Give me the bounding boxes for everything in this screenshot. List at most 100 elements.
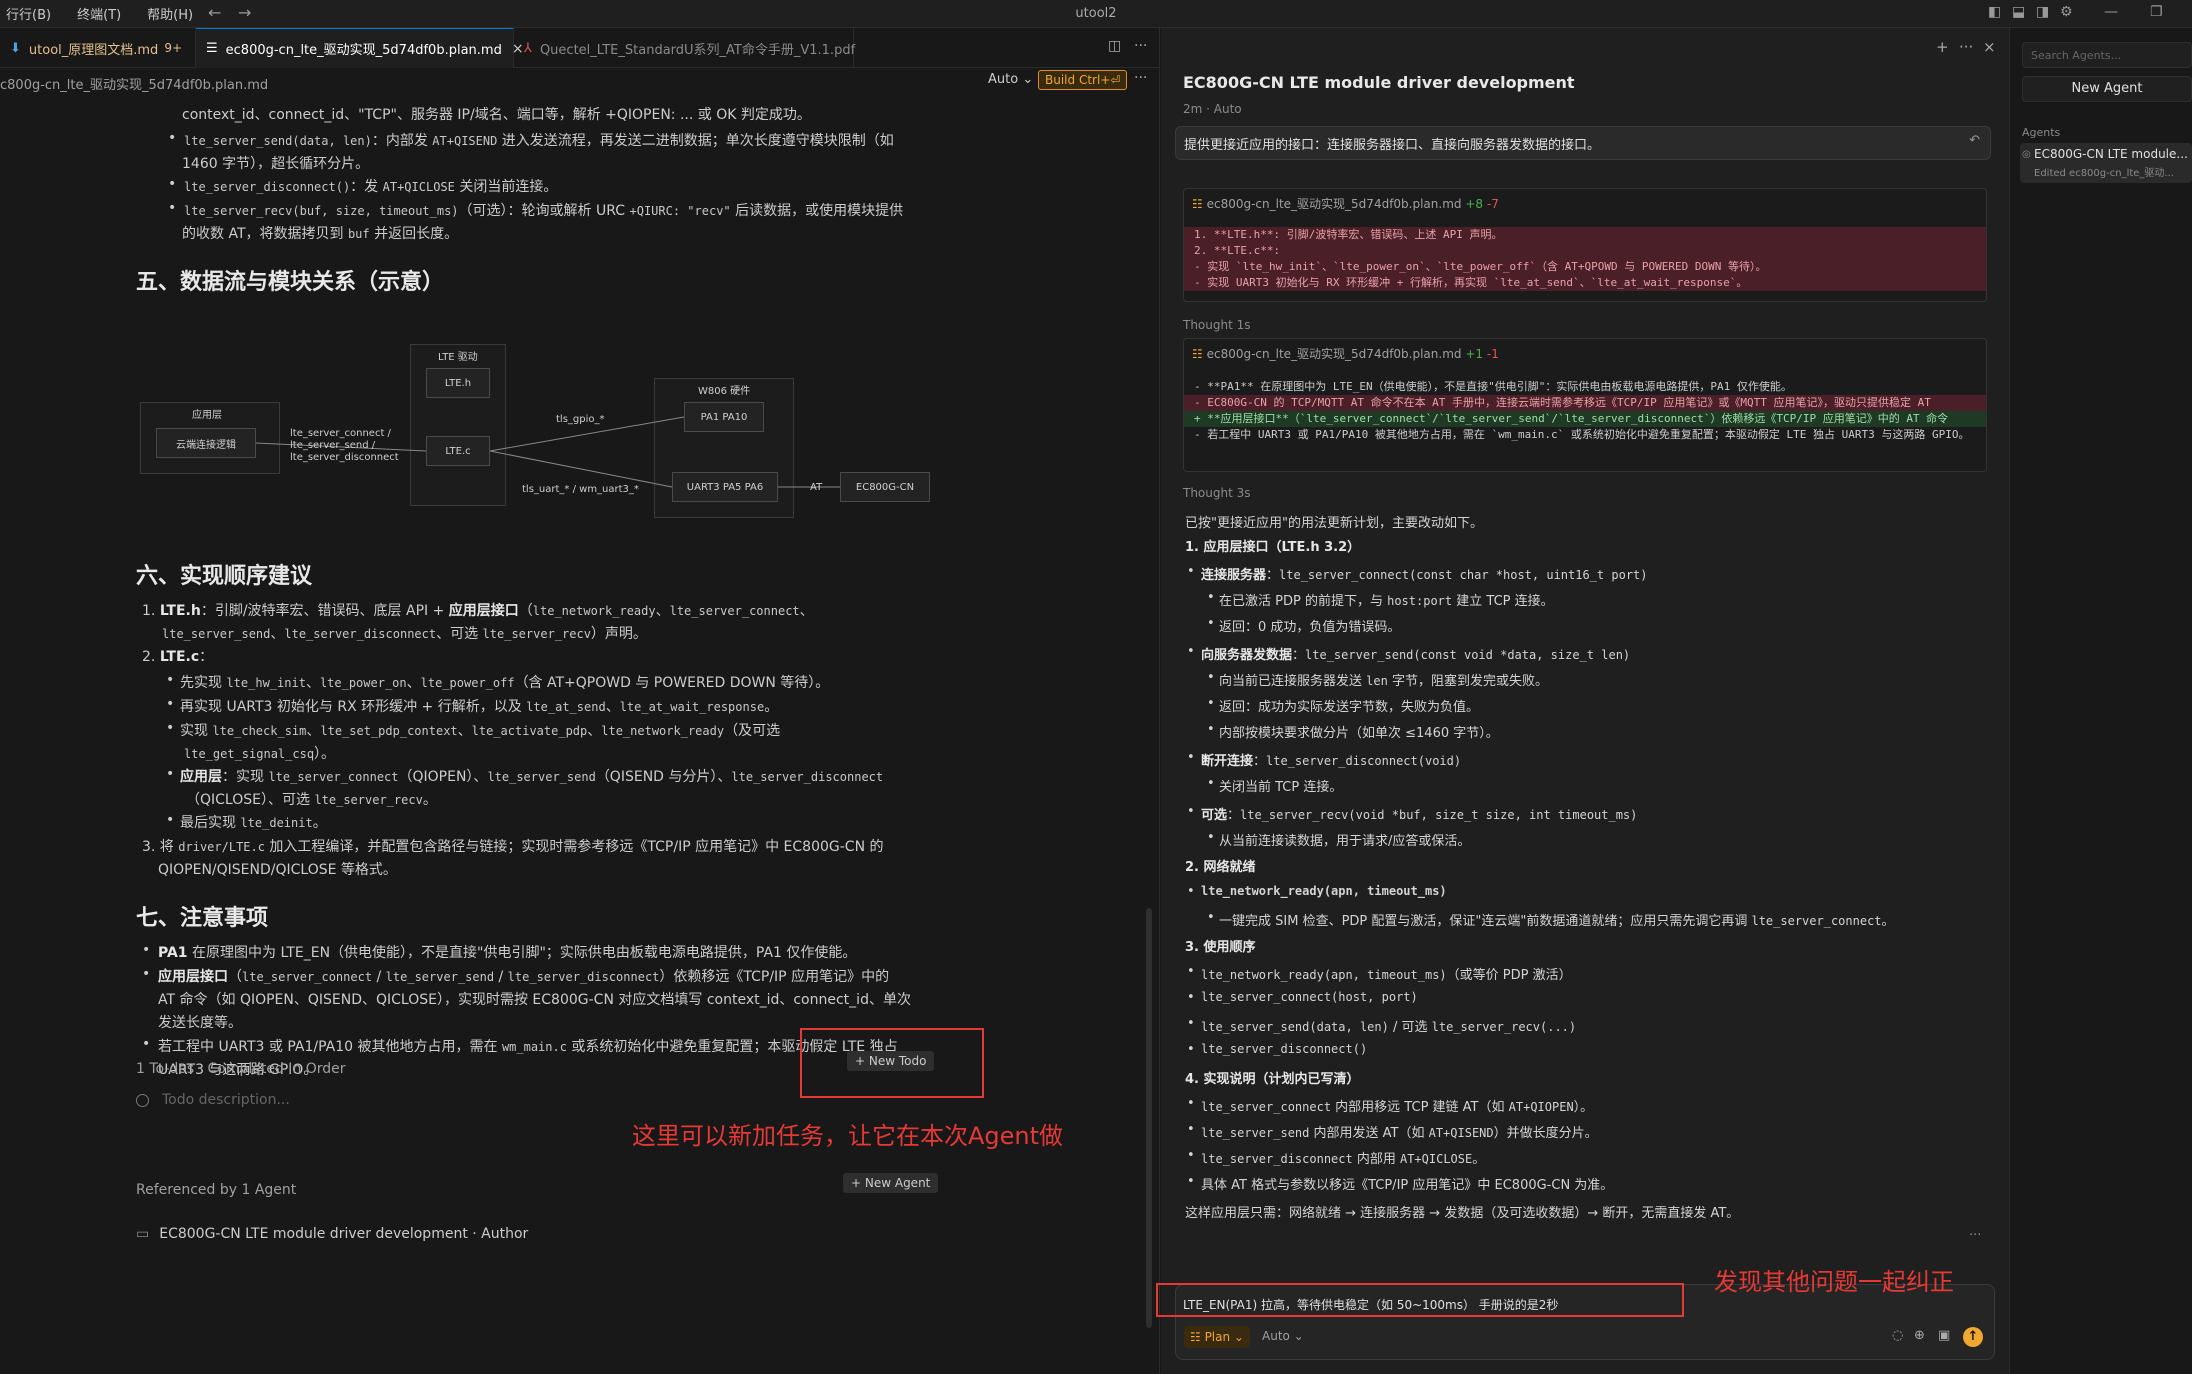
app-title: utool2 (1075, 6, 1117, 21)
section-heading-6: 六、实现顺序建议 (136, 564, 313, 589)
breadcrumb[interactable]: c800g-cn_lte_驱动实现_5d74df0b.plan.md (0, 74, 268, 93)
diff-deletions: -7 (1486, 197, 1499, 211)
chat-input-text[interactable]: LTE_EN(PA1) 拉高，等待供电稳定（如 50~100ms） 手册说的是2… (1183, 1296, 1558, 1313)
sticky-user-message[interactable]: 提供更接近应用的接口：连接服务器接口、直接向服务器发数据的接口。 ↶ (1175, 126, 1991, 160)
diff-line: - 若工程中 UART3 或 PA1/PA10 被其他地方占用，需在 `wm_m… (1194, 428, 1970, 441)
pdf-icon: ⅄ (524, 40, 532, 56)
problems-badge: 9+ (164, 41, 183, 55)
chat-summary-outro: 这样应用层只需：网络就绪 → 连接服务器 → 发数据（及可选收数据）→ 断开，无… (1185, 1206, 1740, 1221)
chat-bullet: lte_server_disconnect() (1187, 1042, 1367, 1057)
minimize-icon[interactable]: — (2104, 4, 2118, 20)
doc-line: lte_get_signal_csq）。 (184, 746, 336, 762)
tab-label: Quectel_LTE_StandardU系列_AT命令手册_V1.1.pdf (539, 42, 856, 58)
new-agent-button[interactable]: + New Agent (843, 1173, 939, 1193)
split-editor-icon[interactable]: ◫ (1108, 38, 1121, 54)
chat-bullet: 连接服务器：lte_server_connect(const char *hos… (1187, 564, 1647, 583)
todo-checkbox[interactable] (136, 1094, 149, 1107)
referenced-agent-link[interactable]: ▭ EC800G-CN LTE module driver development… (136, 1226, 528, 1242)
forward-arrow-icon[interactable]: → (238, 3, 251, 22)
diagram-edge-label: AT (810, 482, 823, 493)
image-attach-icon[interactable]: ▣ (1938, 1328, 1950, 1343)
undo-icon[interactable]: ↶ (1969, 133, 1980, 148)
chat-bullet: lte_server_send(data, len) / 可选 lte_serv… (1187, 1016, 1576, 1035)
chat-bullet: lte_network_ready(apn, timeout_ms)（或等价 P… (1187, 964, 1572, 983)
diff-line: - **PA1** 在原理图中为 LTE_EN（供电使能），不是直接"供电引脚"… (1194, 380, 1792, 393)
toggle-secondary-sidebar-icon[interactable]: ◨ (2036, 4, 2049, 20)
tab-plan-md[interactable]: ☰ ec800g-cn_lte_驱动实现_5d74df0b.plan.md × (196, 28, 524, 68)
plan-mode-selector[interactable]: ☷ Plan ⌄ (1184, 1326, 1250, 1348)
tab-label: utool_原理图文档.md (28, 42, 159, 58)
back-arrow-icon[interactable]: ← (208, 3, 221, 22)
thought-label[interactable]: Thought 3s (1183, 486, 1251, 500)
model-auto-select[interactable]: Auto ⌄ (1262, 1329, 1304, 1343)
tab-at-manual-pdf[interactable]: ⅄ Quectel_LTE_StandardU系列_AT命令手册_V1.1.pd… (514, 28, 856, 68)
doc-line: 1460 字节），超长循环分片。 (182, 156, 370, 172)
chat-heading: 2. 网络就绪 (1185, 860, 1256, 875)
referenced-header: Referenced by 1 Agent (136, 1182, 297, 1198)
chat-sub-bullet: 内部按模块要求做分片（如单次 ≤1460 字节）。 (1207, 722, 1499, 741)
agent-item-title: EC800G-CN LTE module... (2034, 147, 2188, 161)
chat-title: EC800G-CN LTE module driver development (1183, 73, 1575, 92)
menu-item-help[interactable]: 帮助(H) (147, 4, 193, 23)
diff-additions: +1 (1465, 347, 1484, 361)
doc-bullet: lte_server_send(data, len)：内部发 AT+QISEND… (168, 130, 894, 150)
doc-bullet: lte_server_recv(buf, size, timeout_ms)（可… (168, 200, 903, 220)
maximize-icon[interactable]: ❐ (2150, 4, 2163, 20)
chat-heading: 1. 应用层接口（LTE.h 3.2） (1185, 540, 1361, 555)
doc-bullet: 最后实现 lte_deinit。 (166, 812, 327, 832)
more-actions-icon[interactable]: ··· (1959, 38, 1973, 56)
doc-bullet: PA1 在原理图中为 LTE_EN（供电使能），不是直接"供电引脚"；实际供电由… (142, 942, 856, 962)
model-auto-select[interactable]: Auto ⌄ (988, 72, 1033, 87)
diff-card[interactable]: ☷ ec800g-cn_lte_驱动实现_5d74df0b.plan.md +8… (1183, 188, 1987, 302)
diagram-edge-label: tls_gpio_* (556, 414, 605, 425)
diff-card[interactable]: ☷ ec800g-cn_lte_驱动实现_5d74df0b.plan.md +1… (1183, 338, 1987, 472)
chat-bullet: lte_server_send 内部用发送 AT（如 AT+QISEND）并做长… (1187, 1122, 1598, 1141)
doc-bullet: 应用层接口（lte_server_connect / lte_server_se… (142, 966, 889, 986)
agent-chat-panel: + ··· × EC800G-CN LTE module driver deve… (1161, 28, 2010, 1374)
search-agents-input[interactable]: Search Agents... (2022, 42, 2192, 68)
chat-heading: 3. 使用顺序 (1185, 940, 1256, 955)
editor-more-icon[interactable]: ··· (1134, 70, 1147, 86)
agent-list-item[interactable]: ◎ EC800G-CN LTE module... Edited ec800g-… (2020, 143, 2192, 183)
doc-line: 发送长度等。 (158, 1015, 242, 1031)
doc-line: lte_server_send、lte_server_disconnect、可选… (162, 626, 647, 642)
chat-bullet: lte_server_connect 内部用移远 TCP 建链 AT（如 AT+… (1187, 1096, 1593, 1115)
diff-file-icon: ☷ (1192, 197, 1203, 211)
thought-label[interactable]: Thought 1s (1183, 318, 1251, 332)
new-agent-button[interactable]: New Agent (2022, 76, 2192, 102)
menu-item-run[interactable]: 行行(B) (6, 4, 51, 23)
section-heading-7: 七、注意事项 (136, 906, 269, 931)
chat-bullet: 断开连接：lte_server_disconnect(void) (1187, 750, 1461, 769)
toggle-primary-sidebar-icon[interactable]: ◧ (1988, 4, 2001, 20)
diff-line: - 实现 UART3 初始化与 RX 环形缓冲 + 行解析，再实现 `lte_a… (1184, 275, 1986, 291)
close-icon[interactable]: × (1983, 38, 1996, 56)
diff-line: - 实现 `lte_hw_init`、`lte_power_on`、`lte_p… (1184, 259, 1986, 275)
chat-bullet: lte_server_connect(host, port) (1187, 990, 1418, 1005)
new-todo-button[interactable]: + New Todo (847, 1051, 935, 1071)
chat-sub-bullet: 向当前已连接服务器发送 len 字节，阻塞到发完或失败。 (1207, 670, 1548, 689)
annotation-text: 这里可以新加任务，让它在本次Agent做 (632, 1122, 1064, 1150)
diff-line: - EC800G-CN 的 TCP/MQTT AT 命令不在本 AT 手册中，连… (1184, 395, 1986, 411)
chat-bullet: lte_server_disconnect 内部用 AT+QICLOSE。 (1187, 1148, 1485, 1167)
toggle-panel-icon[interactable]: ⬓ (2012, 4, 2025, 20)
chat-meta: 2m · Auto (1183, 102, 1242, 116)
title-bar: 行行(B) 终端(T) 帮助(H) ← → utool2 ◧ ⬓ ◨ ⚙ — ❐ (0, 0, 2192, 28)
markdown-download-icon: ⬇ (10, 40, 21, 56)
todo-description-input[interactable]: Todo description... (162, 1092, 290, 1108)
doc-bullet: 若工程中 UART3 或 PA1/PA10 被其他地方占用，需在 wm_main… (142, 1036, 898, 1056)
sticky-message-text: 提供更接近应用的接口：连接服务器接口、直接向服务器发数据的接口。 (1184, 138, 1601, 153)
globe-icon[interactable]: ⊕ (1914, 1328, 1925, 1343)
menu-item-terminal[interactable]: 终端(T) (77, 4, 121, 23)
plan-list-icon: ☰ (206, 41, 218, 56)
add-icon[interactable]: + (1936, 38, 1949, 56)
diagram-edge-label: lte_server_disconnect (290, 452, 399, 463)
send-button[interactable]: ↑ (1963, 1327, 1983, 1347)
more-actions-icon[interactable]: ··· (1134, 38, 1147, 54)
message-more-icon[interactable]: ··· (1969, 1228, 1981, 1243)
diff-file-icon: ☷ (1192, 347, 1203, 361)
scrollbar[interactable] (1146, 908, 1152, 1328)
build-button[interactable]: Build Ctrl+⏎ (1038, 70, 1128, 90)
settings-gear-icon[interactable]: ⚙ (2060, 4, 2073, 20)
agents-section-label: Agents (2022, 126, 2061, 139)
tab-schematic-doc[interactable]: ⬇ utool_原理图文档.md 9+ (0, 28, 196, 68)
